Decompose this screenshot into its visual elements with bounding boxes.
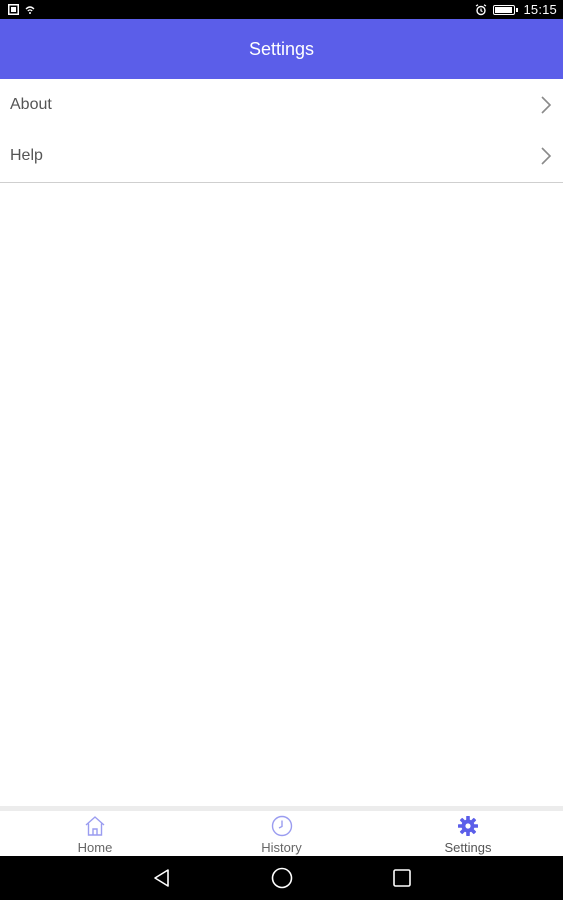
- page-title: Settings: [248, 38, 315, 59]
- gear-icon: [456, 814, 480, 838]
- tab-label: History: [261, 840, 302, 855]
- home-icon: [83, 814, 107, 838]
- home-circle-icon[interactable]: [222, 856, 342, 900]
- back-icon[interactable]: [102, 856, 222, 900]
- wifi-icon: [25, 0, 35, 19]
- app-header: Settings: [0, 19, 563, 79]
- settings-item-help[interactable]: Help: [0, 131, 563, 183]
- screenshot-icon: [8, 0, 19, 19]
- alarm-icon: [475, 0, 487, 19]
- status-left: [8, 0, 35, 19]
- tab-history[interactable]: History: [227, 811, 337, 856]
- tab-label: Settings: [444, 840, 492, 855]
- recents-icon[interactable]: [342, 856, 462, 900]
- settings-list: About Help: [0, 79, 563, 183]
- tab-settings[interactable]: Settings: [413, 811, 523, 856]
- chevron-right-icon: [539, 95, 553, 115]
- settings-item-label: About: [10, 95, 52, 113]
- settings-item-label: Help: [10, 147, 43, 165]
- tab-label: Home: [77, 840, 113, 855]
- battery-icon: [493, 0, 519, 19]
- clock: 15:15: [523, 2, 557, 17]
- bottom-tab-bar: Home History Settings: [0, 806, 563, 856]
- chevron-right-icon: [539, 146, 553, 166]
- system-nav-bar: [0, 856, 563, 900]
- tab-home[interactable]: Home: [40, 811, 150, 856]
- clock-icon: [270, 814, 294, 838]
- settings-item-about[interactable]: About: [0, 79, 563, 131]
- status-bar: 15:15: [0, 0, 563, 19]
- status-right: 15:15: [475, 0, 557, 19]
